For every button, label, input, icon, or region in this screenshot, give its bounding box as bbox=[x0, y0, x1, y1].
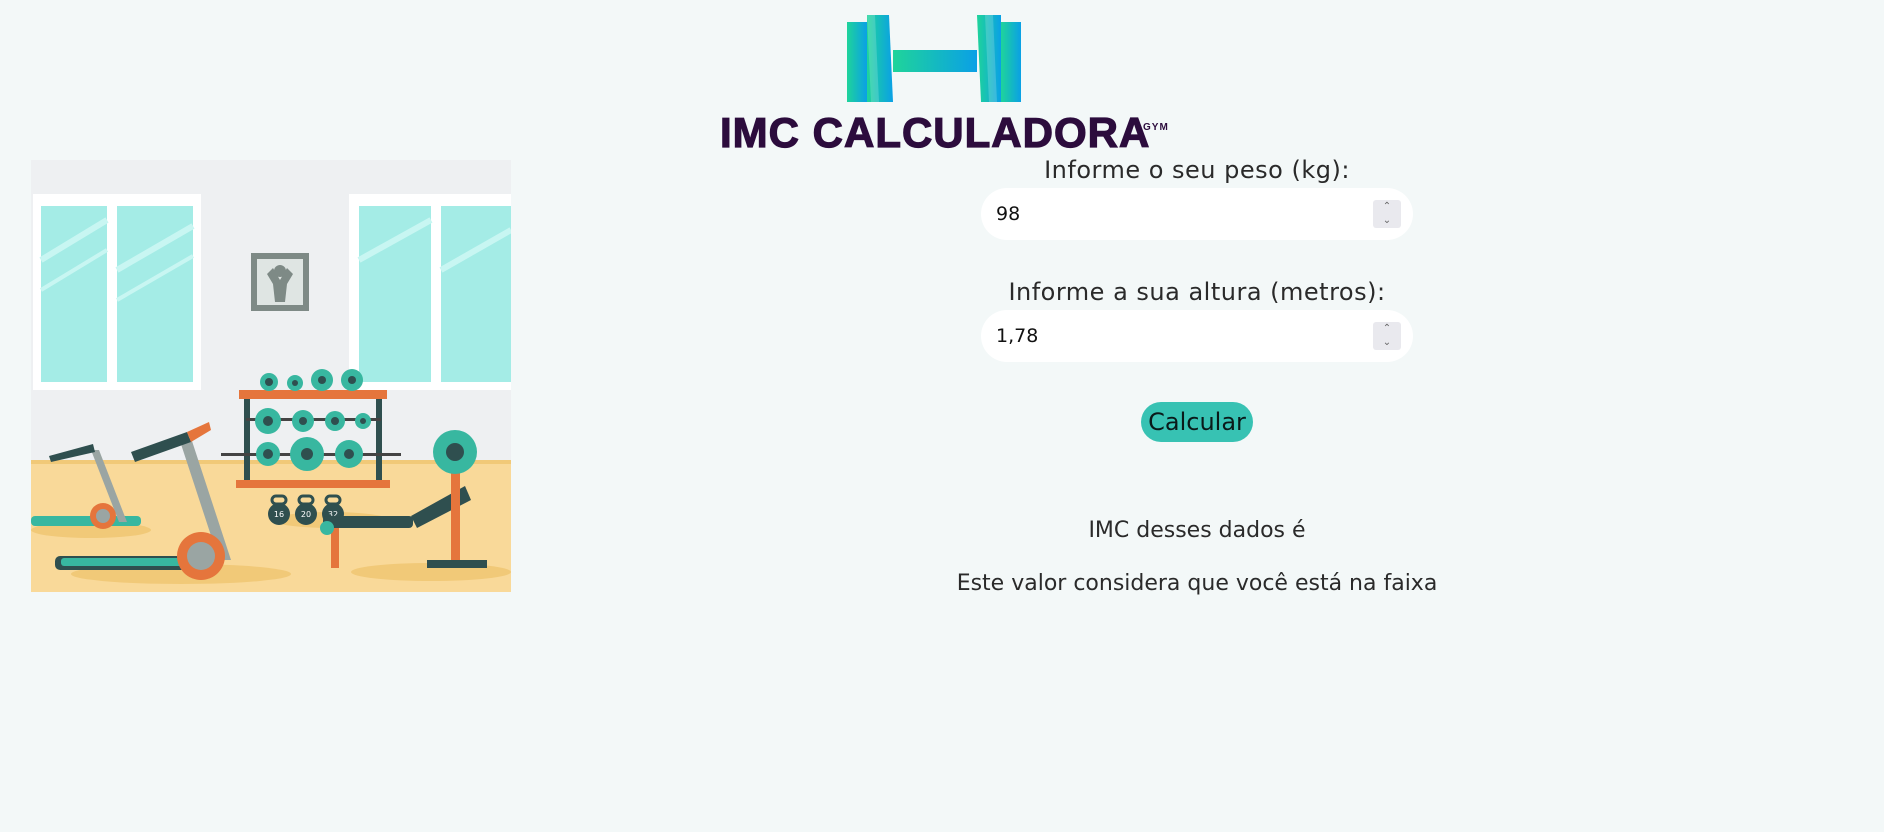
kettlebell-label: 16 bbox=[274, 510, 284, 519]
imc-form: Informe o seu peso (kg): ⌃ ⌄ Informe a s… bbox=[940, 150, 1454, 596]
window-right bbox=[349, 194, 513, 390]
calculate-button[interactable]: Calcular bbox=[1141, 402, 1253, 442]
height-label: Informe a sua altura (metros): bbox=[1008, 278, 1386, 306]
dumbbell-icon bbox=[847, 15, 1021, 102]
height-field[interactable]: ⌃ ⌄ bbox=[981, 310, 1413, 362]
height-input[interactable] bbox=[981, 310, 1376, 362]
kettlebell-label: 20 bbox=[301, 510, 311, 519]
weight-field[interactable]: ⌃ ⌄ bbox=[981, 188, 1413, 240]
weight-stepper[interactable]: ⌃ ⌄ bbox=[1373, 200, 1401, 228]
chevron-down-icon[interactable]: ⌄ bbox=[1373, 336, 1401, 350]
logo-superscript: GYM bbox=[1143, 122, 1169, 133]
wall-picture bbox=[251, 253, 309, 311]
height-stepper[interactable]: ⌃ ⌄ bbox=[1373, 322, 1401, 350]
imc-result-text: IMC desses dados é bbox=[1088, 518, 1306, 543]
gym-illustration: 16 20 32 bbox=[31, 160, 513, 592]
window-left bbox=[33, 194, 201, 390]
chevron-up-icon[interactable]: ⌃ bbox=[1373, 200, 1401, 214]
weight-input[interactable] bbox=[981, 188, 1376, 240]
logo: IMC CALCULADORA GYM bbox=[715, 12, 1175, 156]
imc-range-text: Este valor considera que você está na fa… bbox=[956, 571, 1438, 596]
logo-text: IMC CALCULADORA bbox=[719, 109, 1151, 156]
chevron-up-icon[interactable]: ⌃ bbox=[1373, 322, 1401, 336]
weight-label: Informe o seu peso (kg): bbox=[1044, 156, 1350, 184]
page: IMC CALCULADORA GYM 16 20 32 Informe o s… bbox=[0, 0, 1884, 832]
chevron-down-icon[interactable]: ⌄ bbox=[1373, 214, 1401, 228]
